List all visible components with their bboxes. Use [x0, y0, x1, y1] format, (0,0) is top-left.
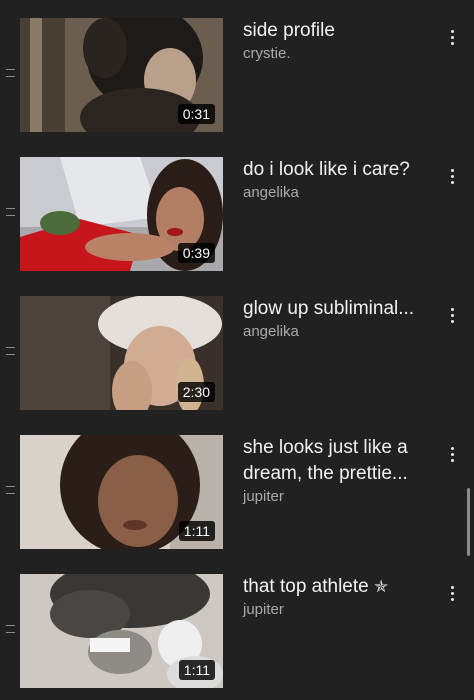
more-vert-icon[interactable]: [442, 24, 462, 50]
more-vert-icon[interactable]: [442, 580, 462, 606]
playlist-item[interactable]: 1:11 that top athlete ✯ jupiter: [0, 574, 474, 690]
duration-badge: 0:39: [177, 243, 215, 263]
more-vert-icon[interactable]: [442, 441, 462, 467]
playlist-item[interactable]: 2:30 glow up subliminal... angelika: [0, 296, 474, 412]
video-thumbnail[interactable]: 1:11: [20, 435, 223, 549]
video-thumbnail[interactable]: 2:30: [20, 296, 223, 410]
video-thumbnail[interactable]: 1:11: [20, 574, 223, 688]
playlist-item[interactable]: 0:31 side profile crystie.: [0, 18, 474, 134]
drag-handle-icon[interactable]: [4, 483, 16, 497]
duration-badge: 1:11: [178, 660, 215, 680]
video-meta[interactable]: side profile crystie.: [243, 18, 431, 63]
more-vert-icon[interactable]: [442, 163, 462, 189]
drag-handle-icon[interactable]: [4, 66, 16, 80]
video-thumbnail[interactable]: 0:31: [20, 18, 223, 132]
video-meta[interactable]: glow up subliminal... angelika: [243, 296, 431, 341]
channel-name[interactable]: angelika: [243, 322, 431, 341]
video-title-text: that top athlete: [243, 576, 369, 597]
duration-badge: 2:30: [177, 382, 215, 402]
playlist-item[interactable]: 1:11 she looks just like a dream, the pr…: [0, 435, 474, 551]
channel-name[interactable]: crystie.: [243, 44, 431, 63]
channel-name[interactable]: jupiter: [243, 487, 431, 506]
drag-handle-icon[interactable]: [4, 205, 16, 219]
video-thumbnail[interactable]: 0:39: [20, 157, 223, 271]
video-title[interactable]: side profile: [243, 18, 431, 44]
video-meta[interactable]: she looks just like a dream, the prettie…: [243, 435, 431, 506]
channel-name[interactable]: angelika: [243, 183, 431, 202]
more-vert-icon[interactable]: [442, 302, 462, 328]
video-meta[interactable]: do i look like i care? angelika: [243, 157, 431, 202]
drag-handle-icon[interactable]: [4, 622, 16, 636]
star-icon: ✯: [374, 577, 389, 596]
video-title[interactable]: glow up subliminal...: [243, 296, 431, 322]
channel-name[interactable]: jupiter: [243, 600, 431, 619]
video-title[interactable]: do i look like i care?: [243, 157, 431, 183]
video-meta[interactable]: that top athlete ✯ jupiter: [243, 574, 431, 619]
duration-badge: 1:11: [178, 521, 215, 541]
playlist-video-list: 0:31 side profile crystie. 0:39 do i loo…: [0, 0, 474, 700]
scrollbar[interactable]: [467, 488, 470, 556]
duration-badge: 0:31: [177, 104, 215, 124]
playlist-item[interactable]: 0:39 do i look like i care? angelika: [0, 157, 474, 273]
drag-handle-icon[interactable]: [4, 344, 16, 358]
video-title[interactable]: she looks just like a dream, the prettie…: [243, 435, 431, 487]
video-title[interactable]: that top athlete ✯: [243, 574, 431, 600]
